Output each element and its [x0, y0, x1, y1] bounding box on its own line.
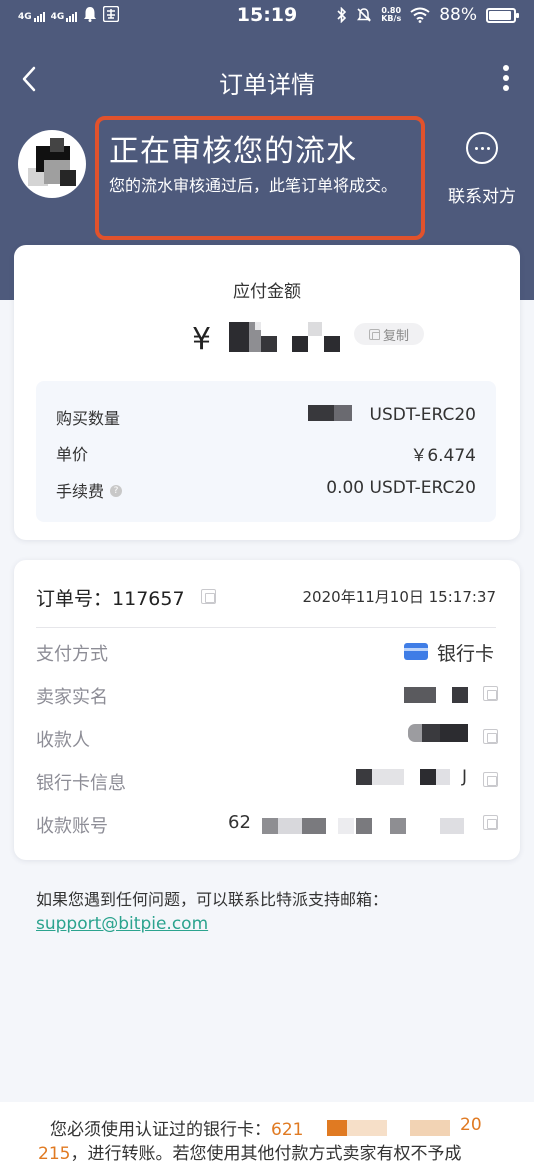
- bluetooth-icon: [337, 7, 347, 23]
- redacted-bank-info: [356, 769, 372, 785]
- chat-bubble-icon: [466, 132, 498, 164]
- account-prefix: 62: [228, 812, 251, 833]
- bank-card-notice: 您必须使用认证过的银行卡：621 20 215，进行转账。若您使用其他付款方式卖…: [0, 1102, 534, 1176]
- wifi-icon: [410, 7, 430, 23]
- payment-method-value: 银行卡: [436, 643, 494, 665]
- redacted-account: [262, 818, 278, 834]
- order-number: 订单号：117657: [36, 584, 216, 611]
- copy-icon: [368, 328, 380, 340]
- detail-value: ￥6.474: [410, 446, 476, 466]
- detail-row-unit-price: 单价 ￥6.474: [56, 441, 476, 466]
- nav-bar: 订单详情: [0, 52, 534, 108]
- help-icon[interactable]: ?: [110, 485, 123, 497]
- status-bar: 4G 4G 15:19 0.80 KB/s 88%: [0, 0, 534, 32]
- mute-bell-icon: [357, 8, 372, 22]
- review-title: 正在审核您的流水: [109, 134, 357, 169]
- bank-info-suffix: J: [462, 767, 468, 787]
- more-menu-icon[interactable]: [500, 65, 512, 95]
- order-number-value: 117657: [112, 588, 185, 610]
- info-row-payee: 收款人: [36, 724, 498, 751]
- detail-key: 单价: [56, 445, 89, 464]
- notice-card-number-start: 621: [271, 1120, 304, 1140]
- review-subtitle: 您的流水审核通过后，此笔订单将成交。: [109, 176, 398, 195]
- purchase-details: 购买数量 USDT-ERC20 单价 ￥6.474 手续费? 0.00 USDT…: [36, 381, 496, 522]
- detail-row-fee: 手续费? 0.00 USDT-ERC20: [56, 478, 476, 502]
- redacted-seller-name: [404, 687, 436, 703]
- redacted-payee: [408, 724, 422, 742]
- support-email-link[interactable]: support@bitpie.com: [36, 912, 388, 936]
- copy-label: 复制: [382, 328, 409, 344]
- copy-icon[interactable]: [200, 589, 216, 604]
- info-row-seller-name: 卖家实名: [36, 683, 498, 708]
- redacted-card-number: [327, 1120, 347, 1136]
- info-key: 卖家实名: [36, 687, 108, 708]
- copy-icon[interactable]: [483, 815, 498, 830]
- notice-line-1: 您必须使用认证过的银行卡：621: [50, 1120, 304, 1140]
- order-number-label: 订单号：: [36, 588, 113, 610]
- currency-symbol: ¥: [192, 322, 212, 357]
- info-key: 支付方式: [36, 644, 108, 665]
- detail-value: 0.00 USDT-ERC20: [326, 478, 476, 498]
- network-speed: 0.80 KB/s: [381, 6, 402, 23]
- info-row-bank-info: 银行卡信息 J: [36, 767, 498, 794]
- info-row-payment-method: 支付方式 银行卡: [36, 640, 496, 665]
- notice-line-2: 215，进行转账。若您使用其他付款方式卖家有权不予成: [38, 1144, 462, 1164]
- detail-key: 手续费?: [56, 478, 123, 502]
- detail-value: USDT-ERC20: [369, 405, 477, 425]
- support-text: 如果您遇到任何问题，可以联系比特派支持邮箱：: [36, 890, 389, 909]
- detail-row-quantity: 购买数量 USDT-ERC20: [56, 405, 476, 429]
- status-right: 0.80 KB/s 88%: [337, 5, 519, 25]
- bank-card-icon: [404, 643, 428, 660]
- order-time: 2020年11月10日 15:17:37: [302, 588, 496, 606]
- contact-counterparty-button[interactable]: 联系对方: [444, 132, 520, 207]
- redacted-quantity: [308, 405, 334, 421]
- support-info: 如果您遇到任何问题，可以联系比特派支持邮箱： support@bitpie.co…: [36, 888, 388, 936]
- info-key: 收款人: [36, 730, 90, 751]
- avatar[interactable]: [18, 130, 86, 198]
- copy-icon[interactable]: [483, 686, 498, 701]
- copy-icon[interactable]: [483, 729, 498, 744]
- payable-amount-label: 应付金额: [233, 282, 301, 302]
- info-row-account-number: 收款账号 62: [36, 812, 498, 837]
- page-title: 订单详情: [219, 71, 315, 99]
- battery-percent: 88%: [439, 5, 477, 25]
- info-key: 收款账号: [36, 816, 108, 837]
- divider: [36, 627, 496, 628]
- order-info-card: 订单号：117657 2020年11月10日 15:17:37 支付方式 银行卡…: [14, 560, 520, 860]
- battery-icon: [486, 7, 519, 23]
- detail-key: 购买数量: [56, 409, 121, 428]
- review-status-box: 正在审核您的流水 您的流水审核通过后，此笔订单将成交。: [95, 116, 425, 240]
- info-key: 银行卡信息: [36, 773, 126, 794]
- notice-card-number-end: 20: [460, 1115, 482, 1135]
- copy-icon[interactable]: [483, 772, 498, 787]
- contact-label: 联系对方: [448, 187, 516, 207]
- copy-amount-button[interactable]: 复制: [354, 323, 424, 345]
